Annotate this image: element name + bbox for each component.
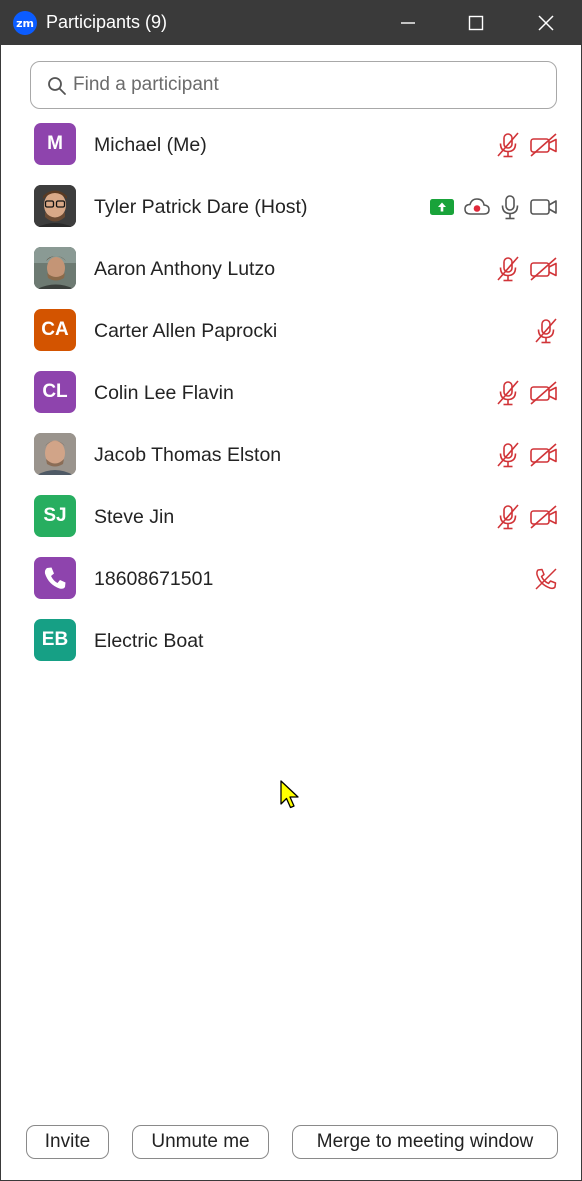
search-input[interactable] — [73, 72, 533, 98]
share-screen-icon — [429, 197, 455, 217]
participant-name: Jacob Thomas Elston — [94, 444, 282, 466]
participant-status-icons — [495, 130, 559, 160]
video-off-icon — [529, 442, 559, 468]
mic-muted-icon — [495, 255, 521, 283]
title-bar[interactable]: zm Participants (9) — [1, 1, 581, 45]
video-off-icon — [529, 256, 559, 282]
participant-row[interactable]: M Michael (Me) — [1, 114, 581, 176]
mic-muted-icon — [495, 379, 521, 407]
participant-row[interactable]: Aaron Anthony Lutzo — [1, 238, 581, 300]
video-icon — [529, 196, 559, 218]
avatar — [34, 247, 76, 289]
search-icon — [48, 77, 66, 95]
participant-name: Colin Lee Flavin — [94, 382, 234, 404]
minimize-icon — [401, 22, 415, 24]
avatar — [34, 185, 76, 227]
invite-button[interactable]: Invite — [26, 1125, 109, 1159]
mic-icon — [499, 193, 521, 221]
mic-muted-icon — [495, 131, 521, 159]
participant-row[interactable]: SJ Steve Jin — [1, 486, 581, 548]
video-off-icon — [529, 380, 559, 406]
participant-name: 18608671501 — [94, 568, 214, 590]
participant-name: Aaron Anthony Lutzo — [94, 258, 276, 280]
mouse-cursor-icon — [280, 780, 299, 809]
video-off-icon — [529, 504, 559, 530]
participant-row[interactable]: Jacob Thomas Elston — [1, 424, 581, 486]
participant-status-icons — [495, 502, 559, 532]
zoom-logo-icon: zm — [13, 11, 37, 35]
participant-row[interactable]: CL Colin Lee Flavin — [1, 362, 581, 424]
participant-name: Michael (Me) — [94, 134, 207, 156]
participant-name: Steve Jin — [94, 506, 175, 528]
avatar: M — [34, 123, 76, 165]
participant-name: Electric Boat — [94, 630, 204, 652]
mic-muted-icon — [495, 441, 521, 469]
maximize-icon — [468, 15, 484, 31]
merge-to-meeting-window-button[interactable]: Merge to meeting window — [292, 1125, 558, 1159]
participant-status-icons — [495, 254, 559, 284]
phone-avatar-icon — [34, 557, 76, 599]
participant-list: M Michael (Me) Tyler Patrick Dare (Host) — [1, 114, 581, 672]
avatar: CL — [34, 371, 76, 413]
avatar: CA — [34, 309, 76, 351]
participant-status-icons — [495, 378, 559, 408]
close-icon — [538, 15, 554, 31]
participant-status-icons — [533, 316, 559, 346]
minimize-button[interactable] — [373, 1, 443, 45]
search-box[interactable] — [30, 61, 557, 109]
mic-muted-icon — [533, 317, 559, 345]
cloud-recording-icon — [463, 196, 491, 218]
participant-status-icons — [495, 440, 559, 470]
maximize-button[interactable] — [441, 1, 511, 45]
unmute-me-button[interactable]: Unmute me — [132, 1125, 269, 1159]
participant-status-icons — [429, 192, 559, 222]
avatar — [34, 433, 76, 475]
participant-name: Tyler Patrick Dare (Host) — [94, 196, 308, 218]
participant-row[interactable]: CA Carter Allen Paprocki — [1, 300, 581, 362]
phone-muted-icon — [533, 566, 559, 592]
avatar: EB — [34, 619, 76, 661]
video-off-icon — [529, 132, 559, 158]
participant-row[interactable]: Tyler Patrick Dare (Host) — [1, 176, 581, 238]
participants-window: zm Participants (9) M Michael (Me) — [0, 0, 582, 1181]
participant-name: Carter Allen Paprocki — [94, 320, 278, 342]
window-title: Participants (9) — [46, 12, 168, 32]
close-button[interactable] — [511, 1, 581, 45]
mic-muted-icon — [495, 503, 521, 531]
avatar: SJ — [34, 495, 76, 537]
participant-row[interactable]: 18608671501 — [1, 548, 581, 610]
participant-status-icons — [533, 564, 559, 594]
participant-row[interactable]: EB Electric Boat — [1, 610, 581, 672]
